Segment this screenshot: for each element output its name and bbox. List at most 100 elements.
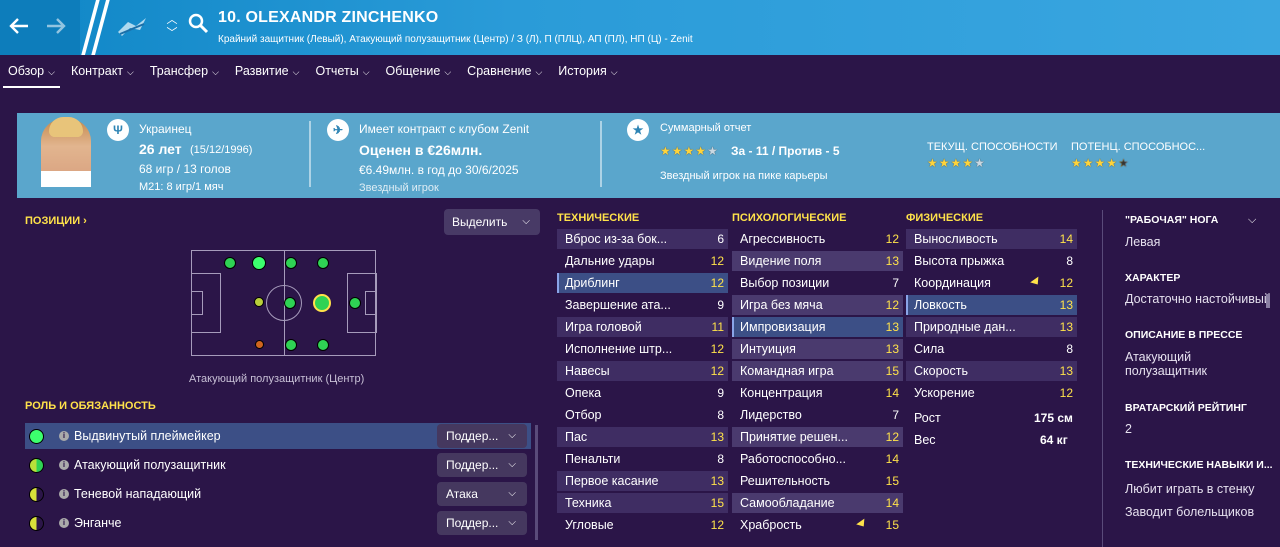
attribute-row[interactable]: Игра головой 11 (557, 317, 728, 337)
info-icon[interactable]: i (59, 489, 69, 499)
attribute-row[interactable]: Самообладание 14 (732, 493, 903, 513)
attribute-name: Исполнение штр... (565, 342, 673, 356)
tab-label: Сравнение (467, 64, 532, 78)
chevron-down-icon: ⌵ (508, 430, 516, 441)
tab-comparison[interactable]: Сравнение ⌵ (459, 55, 550, 88)
attribute-row[interactable]: Пас 13 (557, 427, 728, 447)
attribute-row[interactable]: Вброс из-за бок... 6 (557, 229, 728, 249)
tab-label: Обзор (8, 64, 45, 78)
attribute-name: Работоспособно... (740, 452, 846, 466)
forward-arrow-icon[interactable] (43, 13, 69, 39)
attribute-row[interactable]: Сила 8 (906, 339, 1077, 359)
attribute-row[interactable]: Агрессивность 12 (732, 229, 903, 249)
personality-title: ХАРАКТЕР (1125, 272, 1181, 284)
attribute-row[interactable]: Завершение ата... 9 (557, 295, 728, 315)
attribute-row[interactable]: Командная игра 15 (732, 361, 903, 381)
attribute-row[interactable]: Исполнение штр... 12 (557, 339, 728, 359)
player-photo (41, 117, 91, 187)
chevron-down-icon: ⌵ (292, 67, 300, 77)
attribute-row[interactable]: Игра без мяча 12 (732, 295, 903, 315)
attribute-row[interactable]: Ускорение 12 (906, 383, 1077, 403)
roles-scrollbar[interactable] (535, 425, 538, 540)
attribute-row[interactable]: Работоспособно... 14 (732, 449, 903, 469)
attribute-row[interactable]: Видение поля 13 (732, 251, 903, 271)
attribute-row[interactable]: Концентрация 14 (732, 383, 903, 403)
updown-chevron-icon[interactable]: ︿ ﹀ (165, 14, 179, 42)
attribute-row[interactable]: Координация 12 (906, 273, 1077, 293)
attribute-row[interactable]: Природные дан... 13 (906, 317, 1077, 337)
attribute-row[interactable]: Интуиция 13 (732, 339, 903, 359)
attribute-name: Первое касание (565, 474, 659, 488)
attribute-row[interactable]: Отбор 8 (557, 405, 728, 425)
position-dot (285, 339, 297, 351)
attribute-value: 13 (1059, 298, 1073, 312)
attribute-row[interactable]: Угловые 12 (557, 515, 728, 535)
attribute-value: 12 (1059, 386, 1073, 400)
position-dot (284, 297, 296, 309)
attribute-row[interactable]: Дальние удары 12 (557, 251, 728, 271)
attribute-row[interactable]: Импровизация 13 (732, 317, 903, 337)
attribute-row[interactable]: Ловкость 13 (906, 295, 1077, 315)
role-row[interactable]: i Атакующий полузащитник Поддер... ⌵ (25, 452, 531, 478)
mental-title: ПСИХОЛОГИЧЕСКИЕ (732, 212, 847, 224)
attribute-name: Угловые (565, 518, 614, 532)
tab-contract[interactable]: Контракт ⌵ (63, 55, 142, 88)
attribute-name: Лидерство (740, 408, 802, 422)
potential-ability-label: ПОТЕНЦ. СПОСОБНОС... (1071, 141, 1206, 153)
attribute-row[interactable]: Техника 15 (557, 493, 728, 513)
search-icon[interactable] (187, 12, 211, 36)
tab-label: Общение (385, 64, 441, 78)
role-name: Энганче (74, 516, 122, 530)
attribute-row[interactable]: Храбрость 15 (732, 515, 903, 535)
duty-dropdown[interactable]: Поддер... ⌵ (437, 453, 527, 477)
role-row[interactable]: i Энганче Поддер... ⌵ (25, 510, 531, 536)
attribute-row[interactable]: Выносливость 14 (906, 229, 1077, 249)
tab-reports[interactable]: Отчеты ⌵ (307, 55, 377, 88)
info-icon[interactable]: i (59, 518, 69, 528)
duty-dropdown[interactable]: Атака ⌵ (437, 482, 527, 506)
highlight-dropdown[interactable]: Выделить ⌵ (444, 209, 540, 235)
info-icon[interactable]: i (59, 460, 69, 470)
attribute-row[interactable]: Скорость 13 (906, 361, 1077, 381)
duty-dropdown[interactable]: Поддер... ⌵ (437, 511, 527, 535)
attribute-row[interactable]: Пенальти 8 (557, 449, 728, 469)
attribute-row[interactable]: Высота прыжка 8 (906, 251, 1077, 271)
star-icon: ★ (671, 144, 683, 158)
attribute-row[interactable]: Опека 9 (557, 383, 728, 403)
nationality: Украинец (139, 122, 192, 136)
selected-position-label: Атакующий полузащитник (Центр) (189, 373, 365, 385)
attribute-row[interactable]: Навесы 12 (557, 361, 728, 381)
tab-history[interactable]: История ⌵ (550, 55, 625, 88)
appearances: 68 игр / 13 голов (139, 162, 231, 176)
player-value: Оценен в €26млн. (359, 142, 483, 158)
tab-interaction[interactable]: Общение ⌵ (378, 55, 460, 88)
star-icon: ★ (695, 144, 707, 158)
attribute-row[interactable]: Выбор позиции 7 (732, 273, 903, 293)
chevron-down-icon[interactable]: ⌵ (1248, 214, 1256, 227)
positions-title[interactable]: ПОЗИЦИИ › (25, 215, 87, 227)
tab-overview[interactable]: Обзор ⌵ (0, 55, 63, 88)
attribute-row[interactable]: Принятие решен... 12 (732, 427, 903, 447)
back-arrow-icon[interactable] (6, 13, 32, 39)
tab-development[interactable]: Развитие ⌵ (227, 55, 308, 88)
attribute-row[interactable]: Лидерство 7 (732, 405, 903, 425)
role-row[interactable]: i Выдвинутый плеймейкер Поддер... ⌵ (25, 423, 531, 449)
media-handling-value: Атакующий (1125, 350, 1192, 364)
nav-buttons (0, 0, 80, 55)
role-name: Теневой нападающий (74, 487, 202, 501)
attribute-row[interactable]: Решительность 15 (732, 471, 903, 491)
duty-dropdown[interactable]: Поддер... ⌵ (437, 424, 527, 448)
club-icon: ✈ (327, 119, 349, 141)
attribute-row[interactable]: Дриблинг 12 (557, 273, 728, 293)
attribute-row[interactable]: Первое касание 13 (557, 471, 728, 491)
preferred-foot-title: "РАБОЧАЯ" НОГА (1125, 214, 1219, 226)
attribute-name: Координация (914, 276, 991, 290)
info-icon[interactable]: i (59, 431, 69, 441)
attribute-value: 12 (710, 518, 724, 532)
tab-transfer[interactable]: Трансфер ⌵ (142, 55, 227, 88)
selected-position-dot (313, 294, 331, 312)
tab-label: История (558, 64, 607, 78)
attribute-name: Решительность (740, 474, 831, 488)
info-scrollbar[interactable] (1266, 294, 1270, 308)
role-row[interactable]: i Теневой нападающий Атака ⌵ (25, 481, 531, 507)
